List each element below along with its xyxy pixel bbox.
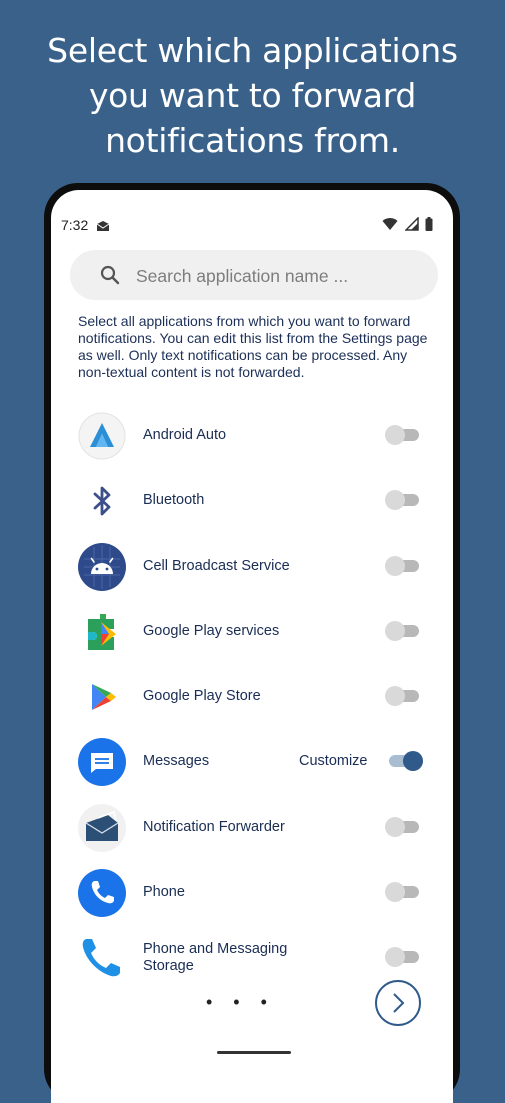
headline-line-3: notifications from.: [105, 121, 400, 160]
status-time: 7:32: [61, 217, 89, 233]
play-store-icon: [78, 673, 126, 721]
list-item: Android Auto: [51, 402, 453, 467]
battery-icon: [425, 217, 433, 236]
android-auto-icon: [78, 412, 126, 460]
customize-link[interactable]: Customize: [299, 753, 368, 769]
app-name: Phone and Messaging Storage: [143, 941, 288, 975]
notification-forwarder-icon: [78, 803, 126, 852]
app-toggle[interactable]: [385, 816, 419, 837]
app-name: Cell Broadcast Service: [143, 557, 290, 574]
app-toggle[interactable]: [385, 947, 419, 968]
app-toggle[interactable]: [385, 620, 419, 641]
app-name: Bluetooth: [143, 492, 205, 509]
search-icon: [100, 265, 120, 290]
home-indicator[interactable]: [217, 1051, 291, 1054]
headline-line-1: Select which applications: [47, 31, 458, 70]
pagination-dots: • • •: [206, 992, 275, 1012]
phone-screen: 7:32 Select all applications from which …: [51, 190, 453, 1103]
headline-line-2: you want to forward: [88, 76, 417, 115]
phone-frame: 7:32 Select all applications from which …: [44, 183, 460, 1103]
app-toggle[interactable]: [385, 882, 419, 903]
android-robot-icon: [78, 542, 126, 591]
status-bar-right: [380, 216, 433, 236]
app-toggle[interactable]: [385, 555, 419, 576]
app-toggle[interactable]: [385, 425, 419, 445]
app-name: Messages: [143, 753, 210, 770]
mail-icon: [96, 219, 110, 235]
headline: Select which applications you want to fo…: [0, 28, 505, 163]
app-name: Phone: [143, 884, 185, 901]
bluetooth-icon: [78, 477, 126, 525]
app-name: Notification Forwarder: [143, 818, 285, 835]
app-name: Google Play Store: [143, 688, 261, 705]
app-list: Android Auto Bluetooth Cell Broadcast Se…: [51, 402, 453, 990]
app-toggle[interactable]: [385, 686, 419, 707]
app-toggle[interactable]: [387, 751, 423, 772]
search-bar[interactable]: [70, 250, 438, 300]
list-item: Bluetooth: [51, 467, 453, 532]
list-item: Phone: [51, 859, 453, 924]
app-name: Android Auto: [143, 427, 227, 443]
app-toggle[interactable]: [385, 490, 419, 511]
wifi-icon: [382, 217, 398, 236]
phone-storage-icon: [78, 934, 126, 982]
next-button[interactable]: [375, 980, 421, 1026]
list-item: Notification Forwarder: [51, 794, 453, 859]
search-input[interactable]: [134, 261, 418, 291]
list-item: Messages Customize: [51, 728, 453, 793]
play-services-icon: [78, 608, 126, 656]
list-item: Google Play Store: [51, 663, 453, 728]
list-item: Google Play services: [51, 598, 453, 663]
signal-icon: [403, 216, 419, 236]
phone-icon: [78, 869, 126, 918]
messages-icon: [78, 738, 126, 787]
app-name: Google Play services: [143, 622, 280, 639]
instructions-text: Select all applications from which you w…: [78, 313, 428, 380]
list-item: Cell Broadcast Service: [51, 533, 453, 598]
